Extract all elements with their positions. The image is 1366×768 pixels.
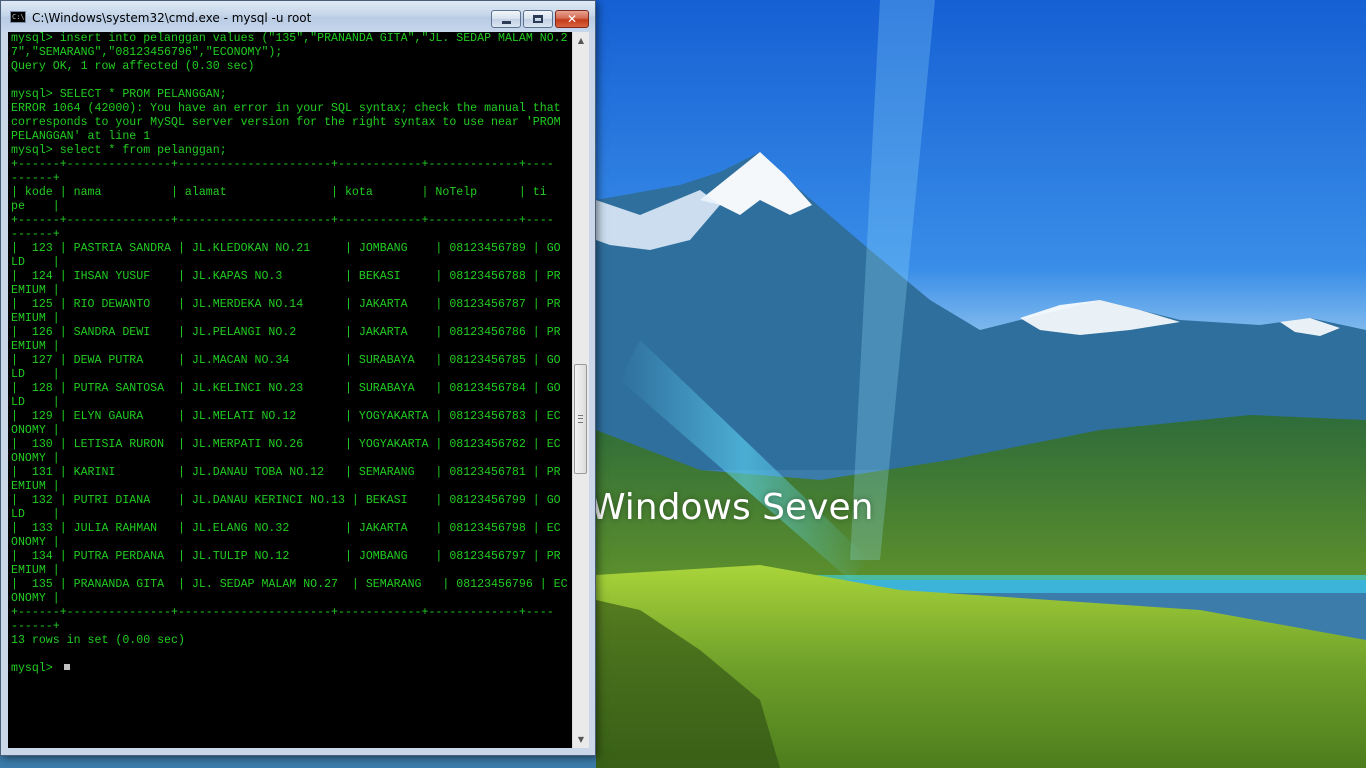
console-line: corresponds to your MySQL server version… bbox=[11, 116, 561, 129]
console-line: | 135 | PRANANDA GITA | JL. SEDAP MALAM … bbox=[11, 578, 568, 591]
console-line: EMIUM | bbox=[11, 340, 60, 353]
console-line: EMIUM | bbox=[11, 312, 60, 325]
console-line: | kode | nama | alamat | kota | NoTelp |… bbox=[11, 186, 547, 199]
console-line: +------+---------------+----------------… bbox=[11, 214, 554, 227]
console-line: | 123 | PASTRIA SANDRA | JL.KLEDOKAN NO.… bbox=[11, 242, 561, 255]
console-line: | 125 | RIO DEWANTO | JL.MERDEKA NO.14 |… bbox=[11, 298, 561, 311]
console-line: 7","SEMARANG","08123456796","ECONOMY"); bbox=[11, 46, 283, 59]
window-title: C:\Windows\system32\cmd.exe - mysql -u r… bbox=[32, 11, 312, 25]
console-line: ------+ bbox=[11, 172, 60, 185]
console-line: | 126 | SANDRA DEWI | JL.PELANGI NO.2 | … bbox=[11, 326, 561, 339]
console-line: LD | bbox=[11, 256, 60, 269]
console-line: PELANGGAN' at line 1 bbox=[11, 130, 151, 143]
maximize-button[interactable] bbox=[523, 10, 553, 28]
console-line: EMIUM | bbox=[11, 480, 60, 493]
console-line: ONOMY | bbox=[11, 452, 60, 465]
console-line: Query OK, 1 row affected (0.30 sec) bbox=[11, 60, 255, 73]
console-line: +------+---------------+----------------… bbox=[11, 158, 554, 171]
console-line: pe | bbox=[11, 200, 60, 213]
console-line: | 134 | PUTRA PERDANA | JL.TULIP NO.12 |… bbox=[11, 550, 561, 563]
console-lines: mysql> insert into pelanggan values ("13… bbox=[8, 32, 572, 676]
close-button[interactable]: ✕ bbox=[555, 10, 589, 28]
console-line: mysql> select * from pelanggan; bbox=[11, 144, 227, 157]
scrollbar-thumb[interactable] bbox=[574, 364, 587, 474]
console-line: ONOMY | bbox=[11, 424, 60, 437]
window-titlebar[interactable]: C:\ C:\Windows\system32\cmd.exe - mysql … bbox=[1, 1, 595, 32]
close-icon: ✕ bbox=[566, 12, 578, 26]
scrollbar-grip-icon bbox=[578, 415, 583, 423]
console-app-icon[interactable]: C:\ bbox=[10, 11, 26, 23]
text-cursor bbox=[63, 664, 70, 670]
scroll-down-arrow-icon[interactable]: ▼ bbox=[573, 731, 589, 748]
console-line: ERROR 1064 (42000): You have an error in… bbox=[11, 102, 561, 115]
console-line: ONOMY | bbox=[11, 592, 60, 605]
console-line: EMIUM | bbox=[11, 564, 60, 577]
minimize-button[interactable] bbox=[491, 10, 521, 28]
console-line: mysql> SELECT * PROM PELANGGAN; bbox=[11, 88, 227, 101]
console-line: mysql> insert into pelanggan values ("13… bbox=[11, 32, 568, 45]
console-line: ------+ bbox=[11, 620, 60, 633]
vertical-scrollbar[interactable]: ▲ ▼ bbox=[572, 32, 589, 748]
console-line: | 132 | PUTRI DIANA | JL.DANAU KERINCI N… bbox=[11, 494, 561, 507]
scroll-up-arrow-icon[interactable]: ▲ bbox=[573, 32, 589, 49]
console-output[interactable]: mysql> insert into pelanggan values ("13… bbox=[8, 32, 572, 748]
console-line: | 128 | PUTRA SANTOSA | JL.KELINCI NO.23… bbox=[11, 382, 561, 395]
minimize-icon bbox=[502, 21, 511, 24]
console-line: | 131 | KARINI | JL.DANAU TOBA NO.12 | S… bbox=[11, 466, 561, 479]
console-line: ------+ bbox=[11, 228, 60, 241]
maximize-icon bbox=[533, 15, 543, 23]
console-line: LD | bbox=[11, 368, 60, 381]
resize-corner bbox=[572, 748, 589, 755]
console-line: mysql> bbox=[11, 662, 572, 676]
console-line: | 127 | DEWA PUTRA | JL.MACAN NO.34 | SU… bbox=[11, 354, 561, 367]
console-line: | 133 | JULIA RAHMAN | JL.ELANG NO.32 | … bbox=[11, 522, 561, 535]
console-line: | 124 | IHSAN YUSUF | JL.KAPAS NO.3 | BE… bbox=[11, 270, 561, 283]
console-line: ONOMY | bbox=[11, 536, 60, 549]
console-line: 13 rows in set (0.00 sec) bbox=[11, 634, 185, 647]
wallpaper-title-text: Windows Seven bbox=[590, 487, 874, 528]
console-line: EMIUM | bbox=[11, 284, 60, 297]
console-line: LD | bbox=[11, 396, 60, 409]
console-line: | 129 | ELYN GAURA | JL.MELATI NO.12 | Y… bbox=[11, 410, 561, 423]
console-line: LD | bbox=[11, 508, 60, 521]
console-line: +------+---------------+----------------… bbox=[11, 606, 554, 619]
command-prompt-window[interactable]: C:\ C:\Windows\system32\cmd.exe - mysql … bbox=[0, 0, 596, 756]
console-line: | 130 | LETISIA RURON | JL.MERPATI NO.26… bbox=[11, 438, 561, 451]
